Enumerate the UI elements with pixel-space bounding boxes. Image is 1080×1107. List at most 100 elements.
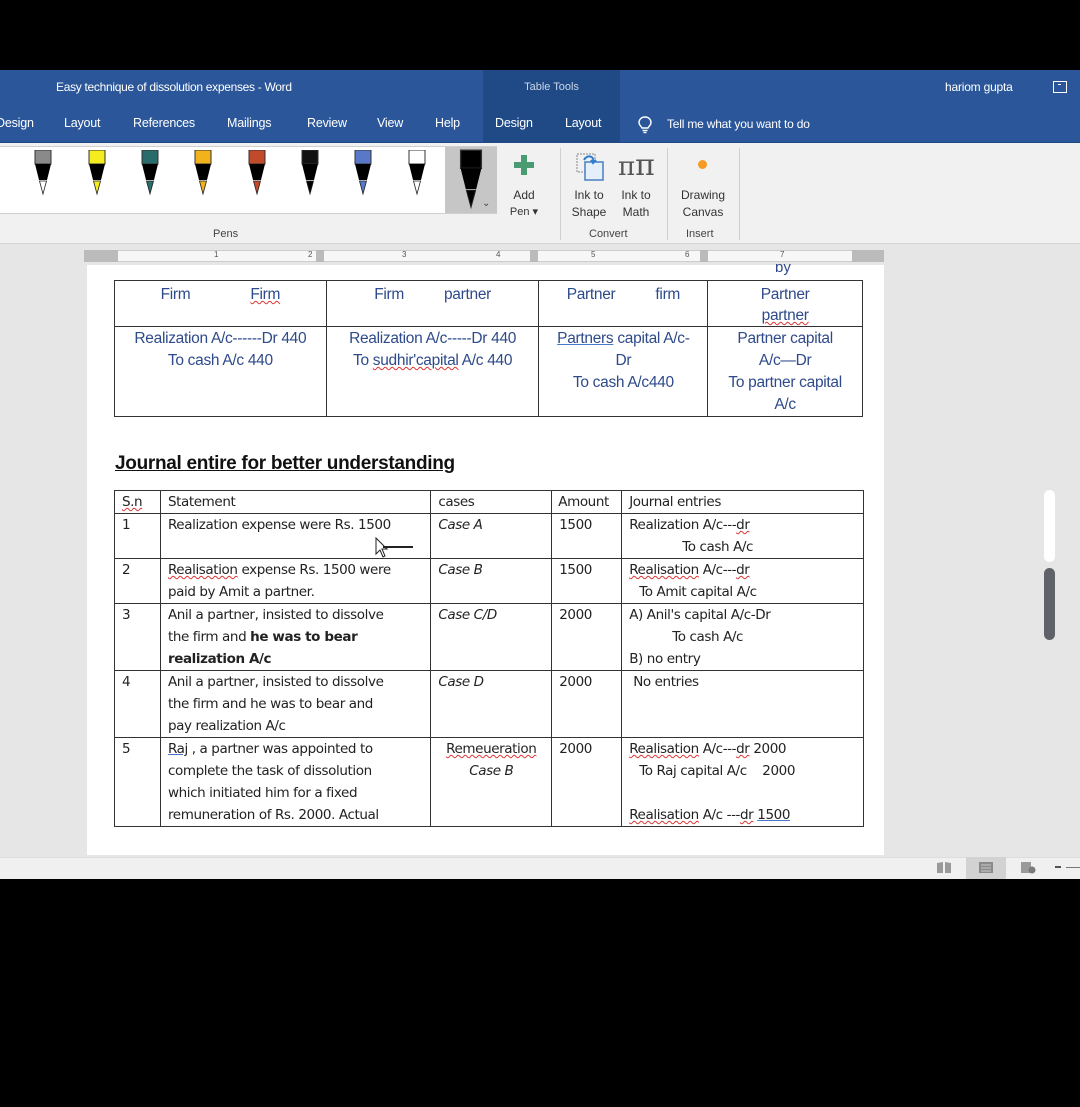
ink-to-math-icon[interactable]: ππ bbox=[618, 148, 655, 183]
cell-text: Partner bbox=[566, 286, 616, 303]
table-row: 3 Anil a partner, insisted to dissolve t… bbox=[114, 603, 864, 671]
table-cell[interactable]: Case B bbox=[430, 558, 553, 604]
table-cell[interactable]: 2000 bbox=[551, 670, 623, 738]
tab-view[interactable]: View bbox=[377, 116, 403, 130]
table-cell[interactable]: 1500 bbox=[551, 558, 623, 604]
entry-line: B) no entry bbox=[629, 651, 701, 667]
table-cell[interactable]: 2000 bbox=[551, 737, 623, 827]
pen-icon-rainbow-pen[interactable] bbox=[247, 150, 267, 196]
add-pen-button[interactable]: Add Pen ▾ bbox=[505, 187, 543, 221]
table-cell[interactable]: 4 bbox=[114, 670, 161, 738]
ruler-number: 6 bbox=[685, 250, 690, 259]
tab-references[interactable]: References bbox=[133, 116, 195, 130]
table-cell[interactable]: Realization A/c------Dr 440 To cash A/c … bbox=[114, 326, 327, 417]
amount: 2000 bbox=[559, 674, 592, 690]
table-cell[interactable]: 3 bbox=[114, 603, 161, 671]
table-cell[interactable]: Partner firm bbox=[538, 280, 709, 327]
table-cell[interactable]: 1 bbox=[114, 513, 161, 559]
tab-design[interactable]: Design bbox=[0, 116, 34, 130]
table-cell[interactable]: 5 bbox=[114, 737, 161, 827]
table-cell[interactable]: A) Anil's capital A/c-Dr To cash A/c B) … bbox=[621, 603, 864, 671]
user-name[interactable]: hariom gupta bbox=[945, 80, 1013, 94]
table-cell[interactable]: Realisation A/c---dr To Amit capital A/c bbox=[621, 558, 864, 604]
pen-icon-teal-galaxy-pen[interactable] bbox=[140, 150, 160, 196]
drawing-canvas-icon[interactable] bbox=[698, 160, 707, 169]
pen-icon-ocean-pen[interactable] bbox=[353, 150, 373, 196]
ink-to-math-button[interactable]: Ink to Math bbox=[615, 187, 657, 221]
horizontal-ruler[interactable] bbox=[84, 250, 884, 262]
table-cell[interactable]: No entries bbox=[621, 670, 864, 738]
entry-line: Realisation A/c ---dr 1500 bbox=[629, 804, 863, 826]
table-cell[interactable]: Anil a partner, insisted to dissolve the… bbox=[159, 603, 432, 671]
tell-me-search[interactable]: Tell me what you want to do bbox=[667, 117, 810, 131]
table-tools-label: Table Tools bbox=[524, 81, 579, 93]
pen-gallery-more-icon[interactable]: ⌄ bbox=[482, 198, 490, 209]
ink-to-shape-button[interactable]: Ink to Shape bbox=[568, 187, 610, 221]
pen-icon-gold-pen[interactable] bbox=[193, 150, 213, 196]
entry-line: Realisation A/c---dr bbox=[629, 559, 863, 581]
pen-icon-white-pen[interactable] bbox=[407, 150, 427, 196]
zoom-slider[interactable] bbox=[1066, 867, 1080, 868]
ribbon-display-options-icon[interactable] bbox=[1053, 81, 1067, 93]
scrollbar-thumb[interactable] bbox=[1044, 568, 1055, 640]
tab-help[interactable]: Help bbox=[435, 116, 460, 130]
drawing-canvas-button[interactable]: Drawing Canvas bbox=[674, 187, 732, 221]
pen-icon-black-pencil[interactable] bbox=[300, 150, 320, 196]
table-cell[interactable]: Remeueration Case B bbox=[430, 737, 553, 827]
table-cell[interactable]: 2 bbox=[114, 558, 161, 604]
tab-review[interactable]: Review bbox=[307, 116, 347, 130]
pen-icon-gray-pencil[interactable] bbox=[33, 150, 53, 196]
table-cell[interactable]: Case C/D bbox=[430, 603, 553, 671]
read-mode-icon[interactable] bbox=[936, 861, 952, 874]
table-cell[interactable]: Case D bbox=[430, 670, 553, 738]
table-cell[interactable]: Case A bbox=[430, 513, 553, 559]
pen-icon-black-pen-selected[interactable] bbox=[458, 149, 484, 211]
statement: Anil a partner, insisted to dissolve bbox=[167, 607, 384, 623]
table-cell[interactable]: Partners capital A/c- Dr To cash A/c440 bbox=[538, 326, 709, 417]
header-cell[interactable]: S.n bbox=[114, 490, 161, 514]
ruler-column-marker[interactable] bbox=[700, 250, 708, 262]
amount: 2000 bbox=[559, 607, 592, 623]
text-part: Partners bbox=[557, 330, 614, 347]
text-part: , a partner was appointed to bbox=[187, 741, 373, 757]
table-cell[interactable]: 1500 bbox=[551, 513, 623, 559]
table-row: 5 Raj , a partner was appointed to compl… bbox=[114, 737, 864, 827]
table-cell[interactable]: Realization A/c-----Dr 440 To sudhir'cap… bbox=[325, 326, 540, 417]
table-cell[interactable]: Realisation A/c---dr 2000 To Raj capital… bbox=[621, 737, 864, 827]
ruler-column-marker[interactable] bbox=[530, 250, 538, 262]
table-cell[interactable]: Partner partner bbox=[707, 280, 863, 327]
cutoff-text: by bbox=[775, 264, 791, 276]
table-cell[interactable]: Realization A/c---dr To cash A/c bbox=[621, 513, 864, 559]
pens-group-label: Pens bbox=[213, 228, 239, 240]
ruler-column-marker[interactable] bbox=[316, 250, 324, 262]
tab-table-design[interactable]: Design bbox=[495, 116, 533, 130]
table-cell[interactable]: 2000 bbox=[551, 603, 623, 671]
add-pen-label-1: Add bbox=[513, 188, 535, 202]
scrollbar-track[interactable] bbox=[1044, 490, 1055, 562]
divider bbox=[739, 148, 740, 240]
table-cell[interactable]: Partner capital A/c—Dr To partner capita… bbox=[707, 326, 863, 417]
header-cell[interactable]: Statement bbox=[159, 490, 432, 514]
text-part: Realisation bbox=[629, 562, 699, 578]
convert-group-label: Convert bbox=[589, 228, 628, 240]
header-cell[interactable]: cases bbox=[430, 490, 553, 514]
table-cell[interactable]: Anil a partner, insisted to dissolve the… bbox=[159, 670, 432, 738]
web-layout-icon[interactable] bbox=[1020, 861, 1036, 874]
print-layout-icon[interactable] bbox=[978, 861, 994, 874]
table-cell[interactable]: Raj , a partner was appointed to complet… bbox=[159, 737, 432, 827]
header-cell[interactable]: Amount bbox=[551, 490, 623, 514]
zoom-out-button[interactable] bbox=[1055, 866, 1061, 868]
statement: the firm and he was to bear bbox=[168, 626, 430, 648]
table-cell[interactable]: Firm Firm bbox=[114, 280, 327, 327]
ruler-number: 7 bbox=[780, 250, 785, 259]
tab-table-layout[interactable]: Layout bbox=[565, 116, 602, 130]
pen-icon-yellow-highlighter[interactable] bbox=[87, 150, 107, 196]
divider bbox=[667, 148, 668, 240]
ink-to-shape-icon[interactable] bbox=[575, 150, 605, 182]
tab-layout[interactable]: Layout bbox=[64, 116, 101, 130]
tab-mailings[interactable]: Mailings bbox=[227, 116, 271, 130]
table-cell[interactable]: Realisation expense Rs. 1500 were paid b… bbox=[159, 558, 432, 604]
add-pen-icon[interactable] bbox=[514, 155, 534, 175]
table-cell[interactable]: Firm partner bbox=[325, 280, 540, 327]
header-cell[interactable]: Journal entries bbox=[621, 490, 864, 514]
